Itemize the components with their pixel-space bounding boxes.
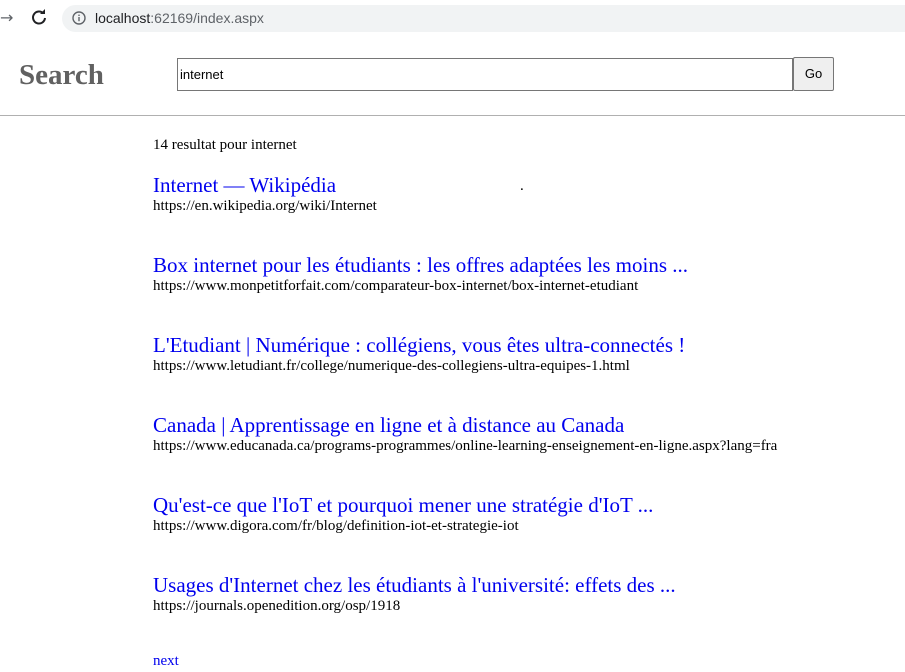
arrow-right-icon[interactable]: → xyxy=(0,9,16,27)
result-item: Qu'est-ce que l'IoT et pourquoi mener un… xyxy=(153,493,653,535)
results-count: 14 resultat pour internet xyxy=(153,137,297,153)
result-title-link[interactable]: Qu'est-ce que l'IoT et pourquoi mener un… xyxy=(153,493,653,517)
next-page-link[interactable]: next xyxy=(153,652,179,670)
result-url: https://journals.openedition.org/osp/191… xyxy=(153,598,401,614)
result-title-link[interactable]: Box internet pour les étudiants : les of… xyxy=(153,253,688,277)
result-item: Canada | Apprentissage en ligne et à dis… xyxy=(153,413,777,455)
result-title-link[interactable]: Canada | Apprentissage en ligne et à dis… xyxy=(153,413,777,437)
url-path: :62169/index.aspx xyxy=(150,10,264,26)
address-url[interactable]: localhost:62169/index.aspx xyxy=(95,10,264,27)
search-header: Search Go xyxy=(0,37,905,116)
result-item: Box internet pour les étudiants : les of… xyxy=(153,253,688,295)
go-button[interactable]: Go xyxy=(793,57,834,91)
result-url: https://www.monpetitforfait.com/comparat… xyxy=(153,278,639,294)
result-url: https://www.letudiant.fr/college/numeriq… xyxy=(153,358,630,374)
result-item: Internet — Wikipédia https://en.wikipedi… xyxy=(153,173,377,215)
browser-toolbar: → localhost:62169/index.aspx xyxy=(0,0,905,37)
result-item: L'Etudiant | Numérique : collégiens, vou… xyxy=(153,333,685,375)
result-title-link[interactable]: Internet — Wikipédia xyxy=(153,173,377,197)
result-url: https://en.wikipedia.org/wiki/Internet xyxy=(153,198,377,214)
result-url: https://www.educanada.ca/programs-progra… xyxy=(153,438,778,454)
search-input[interactable] xyxy=(177,58,793,91)
stray-text: . xyxy=(520,178,524,194)
result-item: Usages d'Internet chez les étudiants à l… xyxy=(153,573,676,615)
address-bar[interactable]: localhost:62169/index.aspx xyxy=(62,5,905,32)
result-title-link[interactable]: Usages d'Internet chez les étudiants à l… xyxy=(153,573,676,597)
info-icon[interactable] xyxy=(72,11,86,25)
url-host: localhost xyxy=(95,10,151,26)
page-title: Search xyxy=(19,59,104,91)
reload-icon[interactable] xyxy=(30,9,48,27)
result-title-link[interactable]: L'Etudiant | Numérique : collégiens, vou… xyxy=(153,333,685,357)
result-url: https://www.digora.com/fr/blog/definitio… xyxy=(153,518,519,534)
